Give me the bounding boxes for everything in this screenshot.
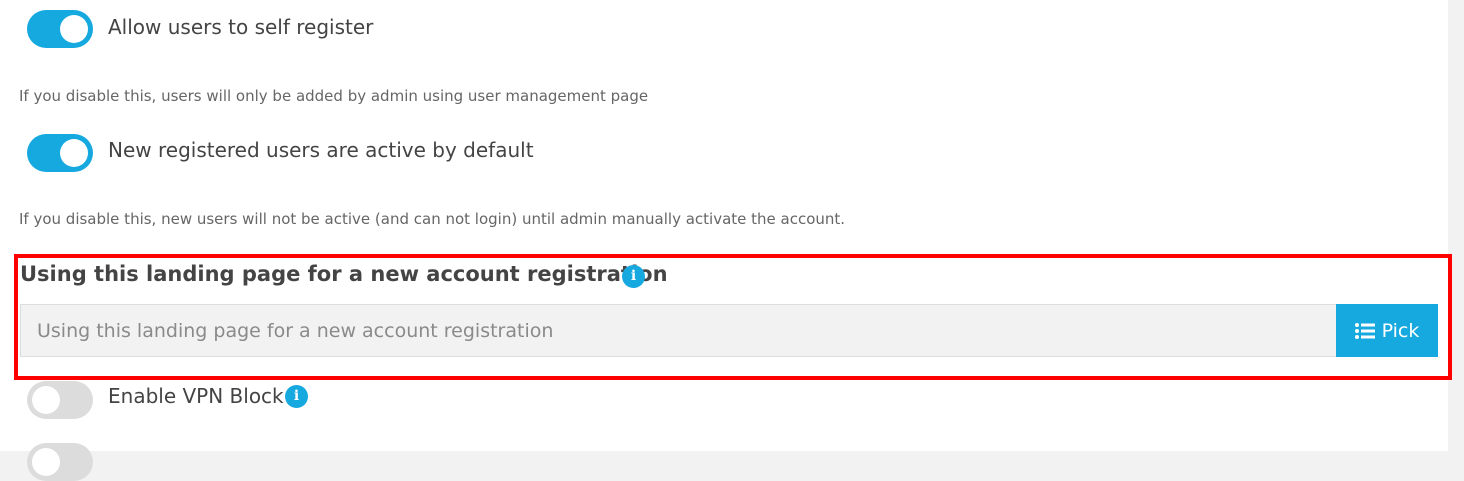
toggle-knob xyxy=(60,15,88,43)
vpn-block-label: Enable VPN Block xyxy=(108,384,284,408)
toggle-knob xyxy=(60,139,88,167)
self-register-label: Allow users to self register xyxy=(108,15,374,39)
toggle-knob xyxy=(32,386,60,414)
info-icon[interactable]: i xyxy=(285,385,308,408)
active-by-default-toggle[interactable] xyxy=(27,134,93,172)
active-by-default-help-text: If you disable this, new users will not … xyxy=(19,210,846,228)
active-by-default-label: New registered users are active by defau… xyxy=(108,138,534,162)
vpn-block-toggle[interactable] xyxy=(27,381,93,419)
self-register-help-text: If you disable this, users will only be … xyxy=(19,87,649,105)
highlight-box xyxy=(14,254,1452,380)
next-setting-toggle[interactable] xyxy=(27,443,93,481)
toggle-knob xyxy=(32,448,60,476)
self-register-toggle[interactable] xyxy=(27,10,93,48)
settings-panel: Allow users to self register If you disa… xyxy=(0,0,1452,481)
